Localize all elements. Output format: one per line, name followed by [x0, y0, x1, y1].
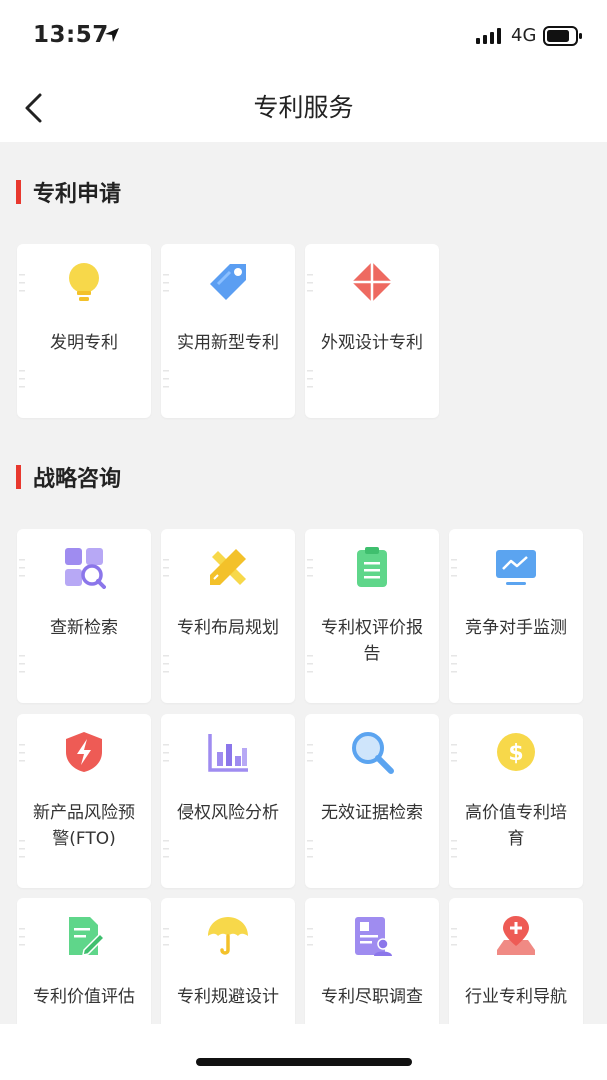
- svg-text:$: $: [508, 741, 523, 766]
- card-edge-dots: [163, 744, 169, 858]
- section-title-text: 专利申请: [33, 182, 122, 207]
- service-label: 专利规避设计: [177, 987, 279, 1007]
- id-document-icon: [355, 917, 392, 956]
- service-label: 专利价值评估: [33, 987, 135, 1007]
- map-pin-icon: [497, 916, 535, 955]
- service-card-layout-planning[interactable]: 专利布局规划: [161, 529, 295, 703]
- service-label: 行业专利导航: [465, 987, 567, 1007]
- service-label: 查新检索: [50, 618, 118, 638]
- service-label: 高价值专利培育: [465, 803, 567, 849]
- document-pen-icon: [69, 917, 106, 956]
- service-label: 发明专利: [50, 333, 118, 353]
- monitor-icon: [496, 550, 536, 585]
- home-indicator[interactable]: [196, 1058, 412, 1066]
- shield-bolt-icon: [66, 732, 102, 772]
- search-grid-icon: [65, 548, 106, 589]
- nav-bar: 专利服务: [0, 72, 607, 142]
- ruler-pencil-icon: [210, 549, 246, 585]
- status-bar: 13:57 4G: [0, 0, 607, 72]
- card-edge-dots: [19, 744, 25, 858]
- service-label: 侵权风险分析: [177, 803, 279, 823]
- service-label: 专利尽职调查: [321, 987, 423, 1007]
- card-edge-dots: [307, 559, 313, 673]
- bar-chart-icon: [208, 734, 248, 772]
- status-time: 13:57: [33, 22, 109, 48]
- service-label: 竞争对手监测: [465, 618, 567, 638]
- dollar-coin-icon: $: [497, 733, 535, 771]
- card-edge-dots: [307, 274, 313, 388]
- location-arrow-icon: [105, 28, 119, 42]
- service-card-infringement-analysis[interactable]: 侵权风险分析: [161, 714, 295, 888]
- lightbulb-icon: [69, 263, 99, 301]
- card-edge-dots: [19, 559, 25, 673]
- section-accent-bar: [16, 465, 21, 489]
- section-title-strategy-consulting: 战略咨询: [16, 461, 121, 493]
- magnifier-icon: [352, 732, 394, 774]
- service-label: 外观设计专利: [321, 333, 423, 353]
- page-title: 专利服务: [253, 93, 354, 122]
- bottom-bar: [0, 1024, 607, 1080]
- section-title-patent-application: 专利申请: [16, 176, 121, 208]
- signal-icon: [476, 28, 501, 44]
- section-title-text: 战略咨询: [33, 467, 122, 492]
- section-accent-bar: [16, 180, 21, 204]
- clipboard-icon: [357, 547, 387, 587]
- card-edge-dots: [19, 274, 25, 388]
- service-label: 专利布局规划: [177, 618, 279, 638]
- service-card-fto-warning[interactable]: 新产品风险预警(FTO): [17, 714, 151, 888]
- service-card-invention-patent[interactable]: 发明专利: [17, 244, 151, 418]
- service-card-utility-model[interactable]: 实用新型专利: [161, 244, 295, 418]
- service-label: 实用新型专利: [177, 333, 279, 353]
- service-card-design-patent[interactable]: 外观设计专利: [305, 244, 439, 418]
- service-label: 专利权评价报告: [321, 618, 423, 664]
- card-edge-dots: [307, 744, 313, 858]
- card-edge-dots: [451, 559, 457, 673]
- service-card-evaluation-report[interactable]: 专利权评价报告: [305, 529, 439, 703]
- card-edge-dots: [163, 559, 169, 673]
- tag-icon: [210, 264, 246, 300]
- service-card-novelty-search[interactable]: 查新检索: [17, 529, 151, 703]
- card-edge-dots: [163, 274, 169, 388]
- umbrella-icon: [208, 917, 248, 955]
- service-card-invalidation-search[interactable]: 无效证据检索: [305, 714, 439, 888]
- service-label: 无效证据检索: [321, 803, 423, 823]
- diamond-icon: [352, 262, 392, 302]
- service-card-competitor-monitoring[interactable]: 竞争对手监测: [449, 529, 583, 703]
- card-edge-dots: [451, 744, 457, 858]
- service-card-high-value-patent[interactable]: $ 高价值专利培育: [449, 714, 583, 888]
- service-label: 新产品风险预警(FTO): [33, 803, 135, 849]
- battery-icon: [543, 26, 582, 46]
- network-type: 4G: [511, 25, 537, 46]
